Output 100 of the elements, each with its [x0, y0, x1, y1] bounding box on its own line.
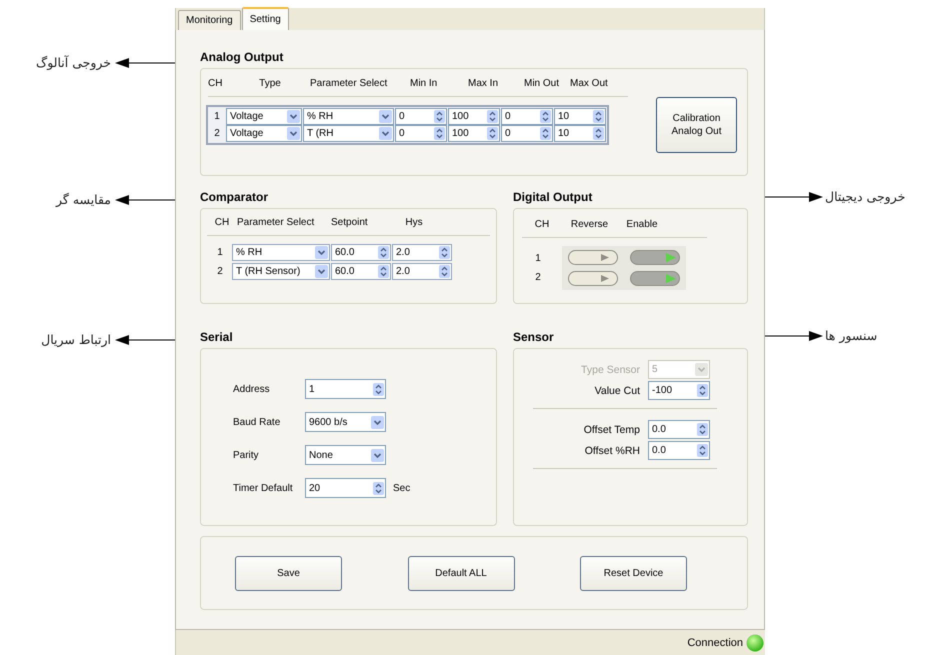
arrow	[115, 58, 175, 68]
chevron-icon	[379, 110, 392, 123]
column-header: CH	[214, 217, 230, 230]
spinner-icon	[593, 127, 604, 140]
field-label: Parity	[233, 450, 260, 460]
field-label: Timer Default	[233, 482, 294, 494]
spin-box[interactable]: 100	[448, 108, 500, 125]
spin-box[interactable]: 20	[305, 478, 386, 498]
field-label: Offset %RH	[584, 444, 640, 456]
spinner-icon	[540, 110, 551, 123]
column-header: Max Out	[570, 78, 609, 91]
status-label: Connection	[687, 636, 743, 648]
chevron-icon	[371, 448, 384, 462]
annotation-label: ارتباط سریال	[41, 332, 111, 347]
spin-box[interactable]: 0	[395, 108, 447, 125]
spin-box[interactable]: 10	[554, 108, 606, 125]
spin-box[interactable]: 100	[448, 125, 500, 142]
toggle-switch[interactable]	[630, 271, 680, 286]
chevron-icon	[315, 246, 328, 259]
section-title: Analog Output	[200, 50, 284, 65]
spin-box[interactable]: 10	[554, 125, 606, 142]
column-header: Min Out	[523, 78, 560, 91]
annotation-label: خروجی آنالوگ	[36, 55, 111, 70]
arrow	[765, 330, 823, 340]
spinner-icon	[697, 444, 708, 457]
tab[interactable]: Monitoring	[178, 10, 241, 30]
toggle-switch[interactable]	[568, 271, 618, 286]
spinner-icon	[487, 127, 498, 140]
chevron-icon	[315, 265, 328, 278]
column-header: Type	[258, 78, 282, 91]
section-title: Serial	[200, 330, 234, 345]
column-header: CH	[534, 219, 550, 232]
dropdown[interactable]: None	[305, 445, 386, 465]
field-label: Value Cut	[594, 384, 640, 396]
action-button[interactable]: Save	[235, 556, 342, 590]
field-label: Type Sensor	[581, 364, 640, 376]
dropdown[interactable]: Voltage	[226, 125, 302, 142]
column-header: Parameter Select	[309, 78, 388, 91]
dropdown[interactable]: Voltage	[226, 108, 302, 125]
spinner-icon	[373, 482, 384, 494]
column-header: Enable	[625, 219, 659, 232]
toggle-switch[interactable]	[568, 250, 618, 265]
tab[interactable]: Setting	[242, 7, 289, 30]
channel-number: 1	[216, 247, 224, 258]
column-header: Reverse	[570, 219, 610, 232]
chevron-icon	[287, 127, 300, 140]
dropdown[interactable]: 9600 b/s	[305, 412, 386, 432]
spinner-icon	[540, 127, 551, 140]
spin-box[interactable]: 0.0	[648, 441, 710, 460]
spin-box[interactable]: 2.0	[392, 244, 452, 261]
spinner-icon	[439, 265, 450, 278]
column-header: Min In	[410, 78, 438, 91]
column-header: CH	[208, 78, 224, 91]
field-label: Baud Rate	[233, 416, 282, 428]
column-header: Hys	[404, 217, 424, 230]
dropdown[interactable]: T (RH Sensor)	[232, 263, 330, 280]
spin-box[interactable]: 60.0	[331, 263, 391, 280]
channel-number: 2	[534, 272, 542, 283]
annotation-label: سنسور ها	[825, 328, 878, 343]
channel-number: 1	[213, 111, 221, 122]
toggle-switch[interactable]	[630, 250, 680, 265]
column-header: Setpoint	[331, 217, 369, 230]
spinner-icon	[697, 423, 708, 436]
dropdown[interactable]: % RH	[232, 244, 330, 261]
spin-box[interactable]: 1	[305, 379, 386, 399]
spinner-icon	[697, 384, 708, 397]
arrow	[115, 194, 175, 204]
spin-box[interactable]: 60.0	[331, 244, 391, 261]
section-title: Digital Output	[513, 190, 594, 205]
section-title: Sensor	[513, 330, 555, 345]
channel-number: 2	[213, 128, 221, 139]
spin-box[interactable]: 0	[501, 108, 553, 125]
spinner-icon	[434, 127, 445, 140]
section-title: Comparator	[200, 190, 270, 205]
action-button[interactable]: Default ALL	[408, 556, 514, 590]
spin-box[interactable]: -100	[648, 381, 710, 400]
chevron-icon	[695, 363, 708, 376]
calibration-button[interactable]: Calibration Analog Out	[656, 97, 737, 153]
dropdown[interactable]: % RH	[303, 108, 394, 125]
annotation-label: خروجی دیجیتال	[825, 189, 906, 204]
action-button[interactable]: Reset Device	[580, 556, 687, 590]
unit-label: Sec	[393, 482, 410, 494]
arrow	[765, 192, 823, 202]
spin-box[interactable]: 2.0	[392, 263, 452, 280]
spin-box[interactable]: 0	[395, 125, 447, 142]
spinner-icon	[378, 265, 389, 278]
spinner-icon	[434, 110, 445, 123]
spin-box[interactable]: 0	[501, 125, 553, 142]
chevron-icon	[379, 127, 392, 140]
dropdown[interactable]: T (RH	[303, 125, 394, 142]
channel-number: 1	[534, 253, 542, 264]
column-header: Max In	[467, 78, 500, 91]
field-label: Address	[233, 384, 271, 394]
spinner-icon	[593, 110, 604, 123]
chevron-icon	[371, 416, 384, 428]
annotation-label: مقایسه گر	[56, 192, 111, 207]
spin-box[interactable]: 0.0	[648, 420, 710, 439]
column-header: Parameter Select	[237, 217, 316, 230]
chevron-icon	[287, 110, 300, 123]
spinner-icon	[487, 110, 498, 123]
